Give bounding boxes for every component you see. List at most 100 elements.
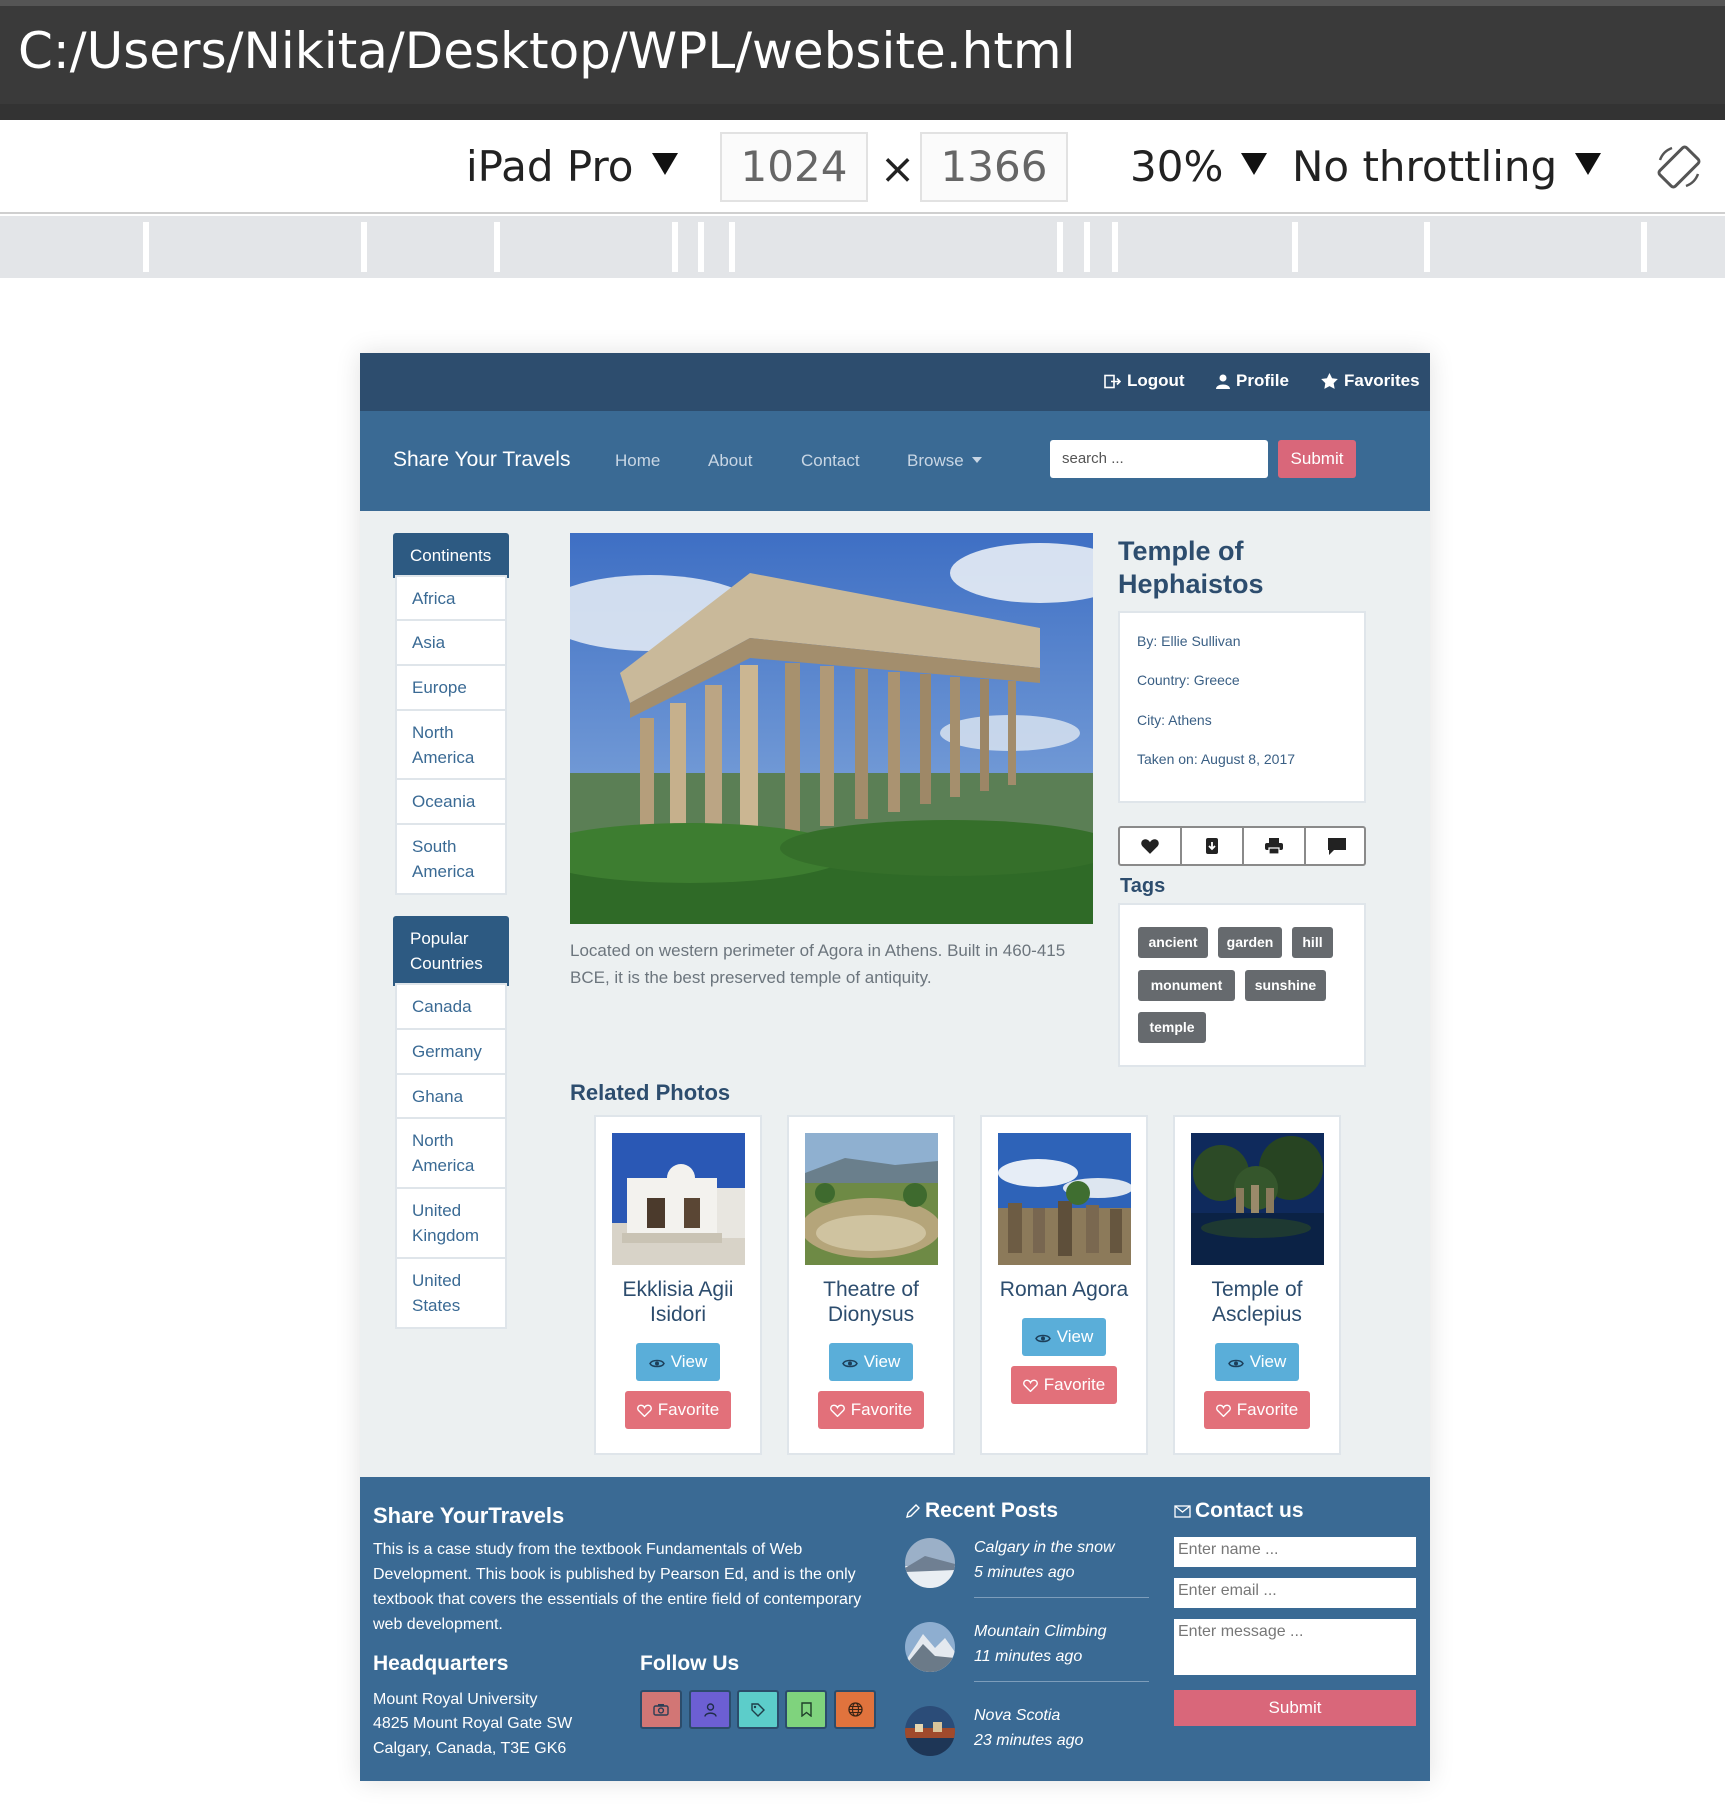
nav-home[interactable]: Home [615, 451, 660, 471]
tag-ancient[interactable]: ancient [1138, 927, 1208, 958]
email-input[interactable]: Enter email ... [1174, 1578, 1416, 1608]
device-select-label: iPad Pro [466, 142, 634, 191]
tag-garden[interactable]: garden [1218, 927, 1282, 958]
favorite-button[interactable]: Favorite [625, 1391, 731, 1429]
name-input[interactable]: Enter name ... [1174, 1537, 1416, 1567]
photo-details-card: By: Ellie Sullivan Country: Greece City:… [1118, 611, 1366, 803]
related-thumbnail[interactable] [805, 1133, 938, 1265]
sidebar-item-asia[interactable]: Asia [395, 619, 507, 666]
ruler-tick[interactable] [1292, 222, 1298, 272]
ruler-tick[interactable] [1641, 222, 1647, 272]
post-thumbnail[interactable] [905, 1538, 955, 1588]
camera-icon[interactable] [640, 1690, 682, 1729]
photo-country: Country: Greece [1137, 672, 1240, 688]
window-titlebar: C:/Users/Nikita/Desktop/WPL/website.html [0, 0, 1725, 120]
photo-actions-group [1118, 826, 1366, 866]
post-time: 23 minutes ago [974, 1732, 1084, 1749]
bookmark-icon[interactable] [785, 1690, 827, 1729]
site-navbar: Share Your Travels Home About Contact Br… [360, 411, 1430, 511]
contact-heading: Contact us [1174, 1499, 1304, 1523]
related-thumbnail[interactable] [998, 1133, 1131, 1265]
globe-icon[interactable] [834, 1690, 876, 1729]
sidebar-item-germany[interactable]: Germany [395, 1028, 507, 1075]
tag-icon[interactable] [737, 1690, 779, 1729]
tag-sunshine[interactable]: sunshine [1245, 970, 1326, 1001]
rotate-icon[interactable] [1654, 142, 1704, 192]
tags-heading: Tags [1120, 875, 1166, 897]
sidebar-item-canada[interactable]: Canada [395, 983, 507, 1030]
message-textarea[interactable]: Enter message ... [1174, 1619, 1416, 1675]
sidebar-item-north-america[interactable]: North America [395, 1117, 507, 1189]
throttling-select[interactable]: No throttling [1292, 142, 1602, 191]
profile-link[interactable]: Profile [1216, 371, 1289, 391]
post-title[interactable]: Calgary in the snow [974, 1535, 1115, 1560]
sidebar-item-north-america[interactable]: North America [395, 709, 507, 781]
eye-icon [648, 1359, 665, 1368]
heart-icon[interactable] [1120, 828, 1182, 864]
file-path: C:/Users/Nikita/Desktop/WPL/website.html [18, 22, 1076, 80]
sidebar-item-ghana[interactable]: Ghana [395, 1073, 507, 1120]
post-title[interactable]: Nova Scotia [974, 1703, 1060, 1728]
search-submit-button[interactable]: Submit [1278, 440, 1356, 478]
post-title[interactable]: Mountain Climbing [974, 1619, 1107, 1644]
post-thumbnail[interactable] [905, 1706, 955, 1756]
ruler-tick[interactable] [494, 222, 500, 272]
user-icon[interactable] [689, 1690, 731, 1729]
tag-monument[interactable]: monument [1138, 970, 1235, 1001]
ruler-tick[interactable] [1084, 222, 1090, 272]
recent-posts-heading: Recent Posts [905, 1499, 1058, 1523]
print-icon[interactable] [1244, 828, 1306, 864]
tag-hill[interactable]: hill [1292, 927, 1333, 958]
download-icon[interactable] [1182, 828, 1244, 864]
sidebar-item-europe[interactable]: Europe [395, 664, 507, 711]
favorite-button[interactable]: Favorite [1204, 1391, 1310, 1429]
tag-temple[interactable]: temple [1138, 1012, 1206, 1043]
eye-icon [841, 1359, 858, 1368]
device-select[interactable]: iPad Pro [466, 142, 678, 191]
star-icon [1321, 373, 1338, 389]
favorite-button[interactable]: Favorite [818, 1391, 924, 1429]
media-query-ruler[interactable] [0, 216, 1725, 278]
nav-browse[interactable]: Browse [907, 451, 982, 471]
ruler-tick[interactable] [1112, 222, 1118, 272]
view-button[interactable]: View [829, 1343, 913, 1381]
related-thumbnail[interactable] [1191, 1133, 1324, 1265]
logout-link[interactable]: Logout [1104, 371, 1185, 391]
comment-icon[interactable] [1306, 828, 1368, 864]
contact-submit-button[interactable]: Submit [1174, 1690, 1416, 1726]
sidebar-item-united-kingdom[interactable]: United Kingdom [395, 1187, 507, 1259]
width-input[interactable]: 1024 [720, 132, 868, 202]
view-button[interactable]: View [636, 1343, 720, 1381]
sidebar-item-oceania[interactable]: Oceania [395, 778, 507, 825]
ruler-tick[interactable] [143, 222, 149, 272]
favorite-label: Favorite [1236, 1400, 1299, 1419]
ruler-tick[interactable] [729, 222, 735, 272]
sidebar-item-south-america[interactable]: South America [395, 823, 507, 895]
nav-contact[interactable]: Contact [801, 451, 860, 471]
favorites-link[interactable]: Favorites [1321, 371, 1420, 391]
view-button[interactable]: View [1215, 1343, 1299, 1381]
zoom-select[interactable]: 30% [1130, 142, 1268, 191]
post-thumbnail[interactable] [905, 1622, 955, 1672]
user-icon [1216, 374, 1230, 389]
ruler-tick[interactable] [698, 222, 704, 272]
site-footer: Share YourTravels This is a case study f… [360, 1477, 1430, 1781]
related-thumbnail[interactable] [612, 1133, 745, 1265]
view-button[interactable]: View [1022, 1318, 1106, 1356]
ruler-tick[interactable] [361, 222, 367, 272]
heart-outline-icon [829, 1404, 845, 1418]
photo-title: Temple of Hephaistos [1118, 536, 1264, 599]
sidebar-item-africa[interactable]: Africa [395, 575, 507, 622]
ruler-tick[interactable] [1057, 222, 1063, 272]
ruler-tick[interactable] [672, 222, 678, 272]
eye-icon [1034, 1334, 1051, 1343]
height-input[interactable]: 1366 [920, 132, 1068, 202]
ruler-tick[interactable] [1424, 222, 1430, 272]
favorite-label: Favorite [657, 1400, 720, 1419]
favorite-button[interactable]: Favorite [1011, 1366, 1117, 1404]
sidebar-item-united-states[interactable]: United States [395, 1257, 507, 1329]
view-label: View [1056, 1327, 1094, 1346]
nav-about[interactable]: About [708, 451, 752, 471]
search-input[interactable]: search ... [1050, 440, 1268, 478]
site-brand[interactable]: Share Your Travels [393, 448, 570, 472]
